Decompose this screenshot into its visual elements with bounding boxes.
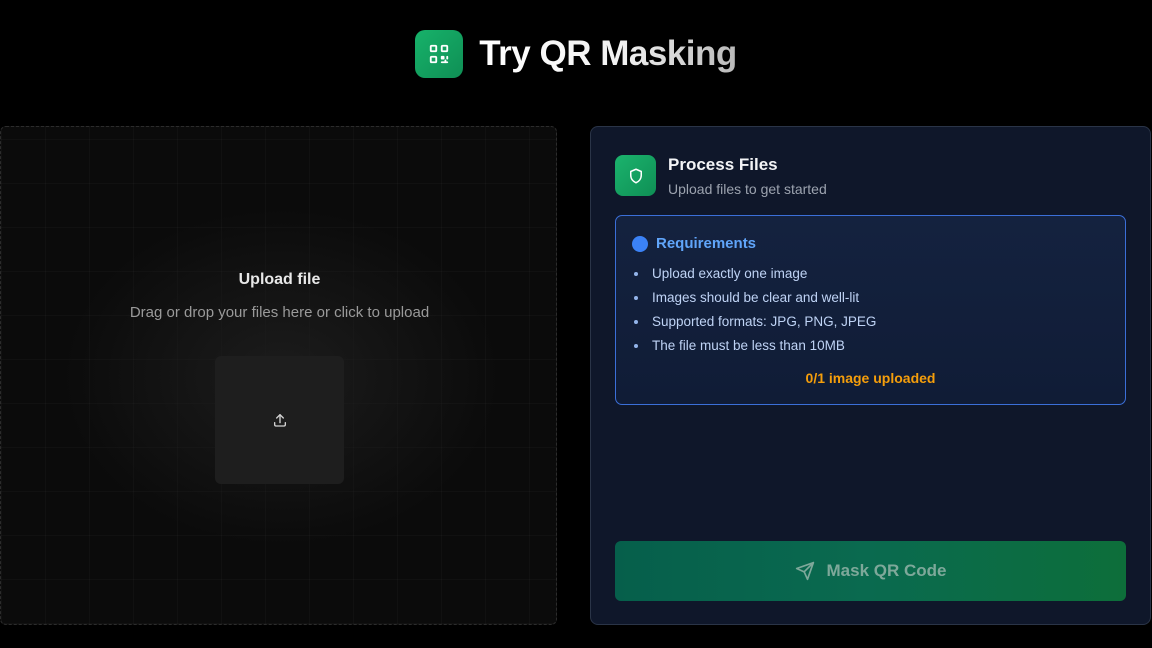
mask-button-label: Mask QR Code (826, 561, 947, 580)
app-logo (415, 30, 464, 78)
info-dot-icon (632, 235, 648, 252)
upload-icon (273, 414, 286, 427)
list-item: Upload exactly one image (632, 266, 876, 290)
upload-subtitle: Drag or drop your files here or click to… (129, 304, 430, 321)
requirements-box: Requirements Upload exactly one image Im… (615, 215, 1126, 405)
upload-count: 0/1 image uploaded (805, 370, 936, 386)
page: Try QR Masking Upload file Drag or drop … (0, 0, 1152, 648)
page-title: Try QR Masking (479, 34, 737, 73)
send-icon (795, 561, 814, 581)
header: Try QR Masking (0, 30, 1152, 78)
mask-qr-code-button[interactable]: Mask QR Code (615, 541, 1126, 601)
list-item: Supported formats: JPG, PNG, JPEG (632, 314, 876, 338)
panel-title: Process Files (668, 155, 778, 174)
process-panel: Process Files Upload files to get starte… (590, 126, 1151, 625)
list-item: Images should be clear and well-lit (632, 290, 876, 314)
upload-button[interactable] (215, 356, 344, 484)
panel-icon-badge (615, 155, 656, 196)
qr-code-icon (430, 44, 449, 64)
list-item: The file must be less than 10MB (632, 338, 876, 362)
requirements-list: Upload exactly one image Images should b… (632, 266, 876, 362)
panel-subtitle: Upload files to get started (668, 181, 827, 197)
requirements-title: Requirements (656, 235, 757, 252)
requirements-header: Requirements (632, 235, 756, 252)
upload-dropzone[interactable]: Upload file Drag or drop your files here… (0, 126, 557, 625)
upload-title: Upload file (238, 271, 321, 288)
shield-icon (629, 168, 642, 183)
